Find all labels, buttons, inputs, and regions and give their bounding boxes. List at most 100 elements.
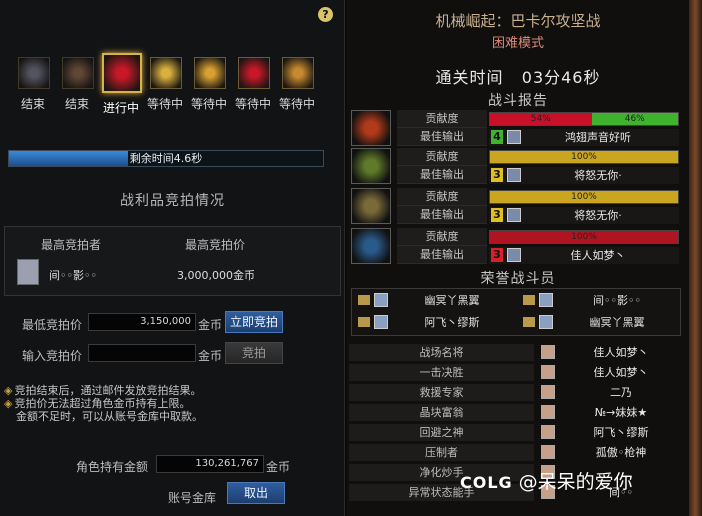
member-avatar [539, 315, 553, 329]
stage-label: 结束 [64, 97, 89, 111]
player-avatar [507, 130, 521, 144]
contrib-bar: 54% 46% [489, 112, 679, 126]
note-3: 金额不足时，可以从账号金库中取款。 [16, 410, 203, 423]
contrib-percent: 100% [571, 152, 597, 162]
stage-6: 等待中 [234, 57, 272, 111]
contrib-label: 贡献度 [397, 148, 487, 166]
party-number: 3 [491, 168, 503, 182]
award-avatar [541, 365, 555, 379]
member-name: 阿飞丶缪斯 [424, 316, 480, 329]
contrib-segment: 100% [490, 191, 678, 203]
watermark-logo: COLG [460, 473, 513, 492]
crown-icon [358, 317, 370, 327]
award-name: 回避之神 [349, 424, 534, 441]
stage-label: 结束 [20, 97, 45, 111]
input-bid-unit: 金币 [198, 349, 223, 363]
note-1: ◈ 竞拍结束后，通过邮件发放竞拍结果。 [4, 384, 202, 397]
contrib-percent: 54% [530, 114, 551, 124]
boss-icon [351, 110, 391, 146]
contrib-bar: 100% [489, 230, 679, 244]
player-name: 将怒无你· [574, 209, 622, 222]
player-avatar [507, 248, 521, 262]
stage-label: 进行中 [102, 101, 139, 115]
best-label: 最佳输出 [397, 128, 487, 146]
award-avatar [541, 385, 555, 399]
crown-icon [523, 295, 535, 305]
award-row: 战场名将 佳人如梦丶 [349, 344, 685, 361]
stage-label: 等待中 [190, 97, 227, 111]
bid-input[interactable] [88, 344, 196, 362]
player-name: 鸿翅声音好听 [565, 131, 631, 144]
stage-icon [62, 57, 94, 89]
highest-bidder-header: 最高竞拍者 [41, 238, 102, 252]
watermark-text: @呆呆的爱你 [518, 471, 633, 493]
best-player: 4 鸿翅声音好听 [489, 129, 679, 146]
boss-icon [351, 228, 391, 264]
bid-status-box: 最高竞拍者 最高竞拍价 间◦◦影◦◦ 3,000,000金币 [4, 226, 341, 296]
best-label: 最佳输出 [397, 206, 487, 224]
min-bid-unit: 金币 [198, 318, 223, 332]
report-title: 战斗报告 [488, 93, 548, 109]
stage-icon [238, 57, 270, 89]
note-2: ◈ 竞拍价无法超过角色金币持有上限。 [4, 397, 191, 410]
gold-label: 角色持有金额 [76, 460, 149, 474]
award-name: 压制者 [349, 444, 534, 461]
member-avatar [539, 293, 553, 307]
honor-box: 幽冥丫黑翼 间◦◦影◦◦ 阿飞丶缪斯 幽冥丫黑翼 [351, 288, 681, 336]
contrib-bar: 100% [489, 190, 679, 204]
highest-price: 3,000,000金币 [177, 269, 255, 282]
bidder-name: 间◦◦影◦◦ [49, 269, 97, 282]
crown-icon [358, 295, 370, 305]
award-player: 二乃 [610, 386, 632, 399]
player-avatar [507, 208, 521, 222]
member-avatar [374, 315, 388, 329]
contrib-label: 贡献度 [397, 188, 487, 206]
contrib-percent: 100% [571, 192, 597, 202]
best-player: 3 佳人如梦丶 [489, 247, 679, 264]
battle-report-panel: 机械崛起：巴卡尔攻坚战 困难模式 通关时间 03分46秒 战斗报告 荣誉战斗员 … [347, 0, 689, 516]
award-row: 晶块富翁 №→妹妹★ [349, 404, 685, 421]
award-name: 战场名将 [349, 344, 534, 361]
award-name: 救援专家 [349, 384, 534, 401]
bidder-avatar [17, 259, 39, 285]
contrib-segment: 46% [591, 113, 678, 125]
honor-title: 荣誉战斗员 [480, 271, 556, 287]
stage-label: 等待中 [146, 97, 183, 111]
award-avatar [541, 425, 555, 439]
stage-3: 进行中 [102, 53, 142, 115]
input-bid-label: 输入竞拍价 [22, 349, 83, 363]
stage-icon [282, 57, 314, 89]
bid-button[interactable]: 竞拍 [225, 342, 283, 364]
difficulty-mode: 困难模式 [491, 36, 544, 51]
progress-text: 剩余时间4.6秒 [129, 152, 203, 165]
contrib-label: 贡献度 [397, 228, 487, 246]
min-bid-field: 3,150,000 [88, 313, 196, 331]
party-number: 3 [491, 208, 503, 222]
stage-label: 等待中 [234, 97, 271, 111]
contrib-percent: 100% [571, 232, 597, 242]
stage-icon [18, 57, 50, 89]
award-name: 晶块富翁 [349, 404, 534, 421]
honor-member: 阿飞丶缪斯 [352, 313, 517, 335]
stage-5: 等待中 [190, 57, 228, 111]
best-label: 最佳输出 [397, 166, 487, 184]
withdraw-button[interactable]: 取出 [227, 482, 285, 504]
highest-price-header: 最高竞拍价 [185, 238, 246, 252]
section-title: 战利品竞拍情况 [120, 193, 225, 209]
gold-unit: 金币 [266, 460, 291, 474]
contribution-row: 贡献度 最佳输出 100% 3 将怒无你· [349, 148, 685, 186]
award-player: 佳人如梦丶 [593, 346, 649, 359]
instant-bid-button[interactable]: 立即竞拍 [225, 311, 283, 333]
notes: ◈ 竞拍结束后，通过邮件发放竞拍结果。 ◈ 竞拍价无法超过角色金币持有上限。 金额不… [4, 384, 334, 423]
boss-icon [351, 188, 391, 224]
contrib-percent: 46% [624, 114, 645, 124]
stage-icon [102, 53, 142, 93]
help-icon[interactable]: ? [318, 7, 333, 22]
player-name: 将怒无你· [574, 169, 622, 182]
stage-label: 等待中 [278, 97, 315, 111]
crown-icon [523, 317, 535, 327]
party-number: 4 [491, 130, 503, 144]
contribution-row: 贡献度 最佳输出 100% 3 佳人如梦丶 [349, 228, 685, 266]
award-row: 回避之神 阿飞丶缪斯 [349, 424, 685, 441]
award-avatar [541, 405, 555, 419]
